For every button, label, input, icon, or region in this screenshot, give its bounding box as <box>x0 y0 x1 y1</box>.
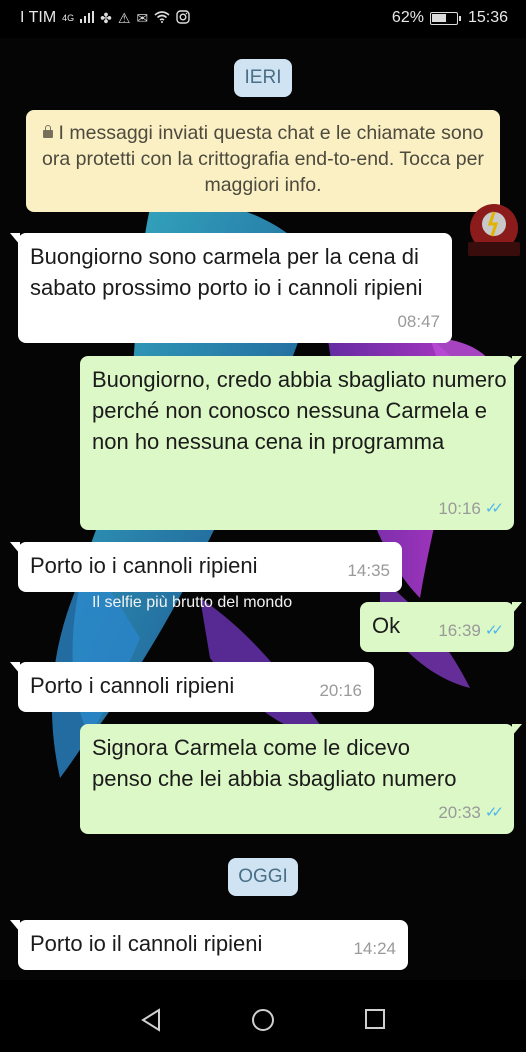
message-text: Porto io il cannoli ripieni <box>30 931 263 956</box>
message-time-text: 10:16 <box>438 499 481 518</box>
clock: 15:36 <box>467 9 508 26</box>
read-check-icon: ✓✓ <box>484 804 504 821</box>
message-bubble-incoming[interactable]: Porto i cannoli ripieni 20:16 <box>10 662 374 712</box>
status-left: I TIM 4G ✤ ⚠ ✉ <box>20 9 190 27</box>
encryption-notice[interactable]: I messaggi inviati questa chat e le chia… <box>26 110 500 212</box>
watermark-badge-logo <box>468 204 520 256</box>
battery-percent: 62% <box>391 9 424 26</box>
network-type: 4G <box>62 13 75 23</box>
encryption-notice-text: I messaggi inviati questa chat e le chia… <box>42 122 484 196</box>
instagram-icon <box>176 9 190 27</box>
back-icon[interactable] <box>140 1008 162 1032</box>
warning-icon: ⚠ <box>117 9 131 26</box>
pinwheel-icon: ✤ <box>100 9 112 26</box>
photo-caption-overlay: Il selfie più brutto del mondo <box>92 594 293 611</box>
message-time-text: 08:47 <box>397 312 440 331</box>
message-text: Porto io i cannoli ripieni <box>30 553 258 578</box>
mail-icon: ✉ <box>136 9 149 26</box>
message-time: 14:35 <box>347 555 390 586</box>
wifi-icon <box>154 10 170 26</box>
read-check-icon: ✓✓ <box>484 500 504 517</box>
message-bubble-incoming[interactable]: Buongiorno sono carmela per la cena di s… <box>10 233 452 343</box>
message-time: 20:33 ✓✓ <box>438 797 504 828</box>
message-text: Porto i cannoli ripieni <box>30 673 235 698</box>
navigation-bar <box>0 980 526 1052</box>
message-time: 16:39 ✓✓ <box>438 615 504 646</box>
status-right: 62% 15:36 <box>392 9 508 27</box>
message-time-text: 20:33 <box>438 803 481 822</box>
lock-icon <box>42 125 53 138</box>
message-time-text: 16:39 <box>438 621 481 640</box>
home-icon[interactable] <box>251 1008 275 1032</box>
message-time: 08:47 <box>397 306 440 337</box>
message-text: Signora Carmela come le dicevo penso che… <box>92 735 457 791</box>
message-bubble-outgoing[interactable]: Buongiorno, credo abbia sbagliato numero… <box>80 356 522 530</box>
carrier-label: I TIM <box>20 9 57 26</box>
message-time: 20:16 <box>319 675 362 706</box>
message-time-text: 14:35 <box>347 561 390 580</box>
status-bar: I TIM 4G ✤ ⚠ ✉ 62% 15:36 <box>0 0 526 38</box>
message-bubble-incoming[interactable]: Porto io i cannoli ripieni 14:35 <box>10 542 402 592</box>
message-time: 14:24 <box>353 933 396 964</box>
battery-fill <box>431 13 446 22</box>
message-time-text: 14:24 <box>353 939 396 958</box>
message-text: Buongiorno sono carmela per la cena di s… <box>30 244 423 300</box>
battery-icon <box>429 11 461 25</box>
recents-icon[interactable] <box>364 1008 386 1030</box>
message-bubble-incoming[interactable]: Porto io il cannoli ripieni 14:24 <box>10 920 408 970</box>
date-chip-today: OGGI <box>228 858 298 896</box>
read-check-icon: ✓✓ <box>484 622 504 639</box>
signal-icon <box>80 10 95 26</box>
message-bubble-outgoing[interactable]: Signora Carmela come le dicevo penso che… <box>80 724 522 834</box>
chat-area[interactable]: IERI I messaggi inviati questa chat e le… <box>0 38 526 980</box>
message-time: 10:16 ✓✓ <box>438 493 504 524</box>
message-time-text: 20:16 <box>319 681 362 700</box>
message-bubble-outgoing[interactable]: Ok 16:39 ✓✓ <box>360 602 522 652</box>
date-chip-yesterday: IERI <box>234 59 292 97</box>
message-text: Buongiorno, credo abbia sbagliato numero… <box>92 367 507 454</box>
